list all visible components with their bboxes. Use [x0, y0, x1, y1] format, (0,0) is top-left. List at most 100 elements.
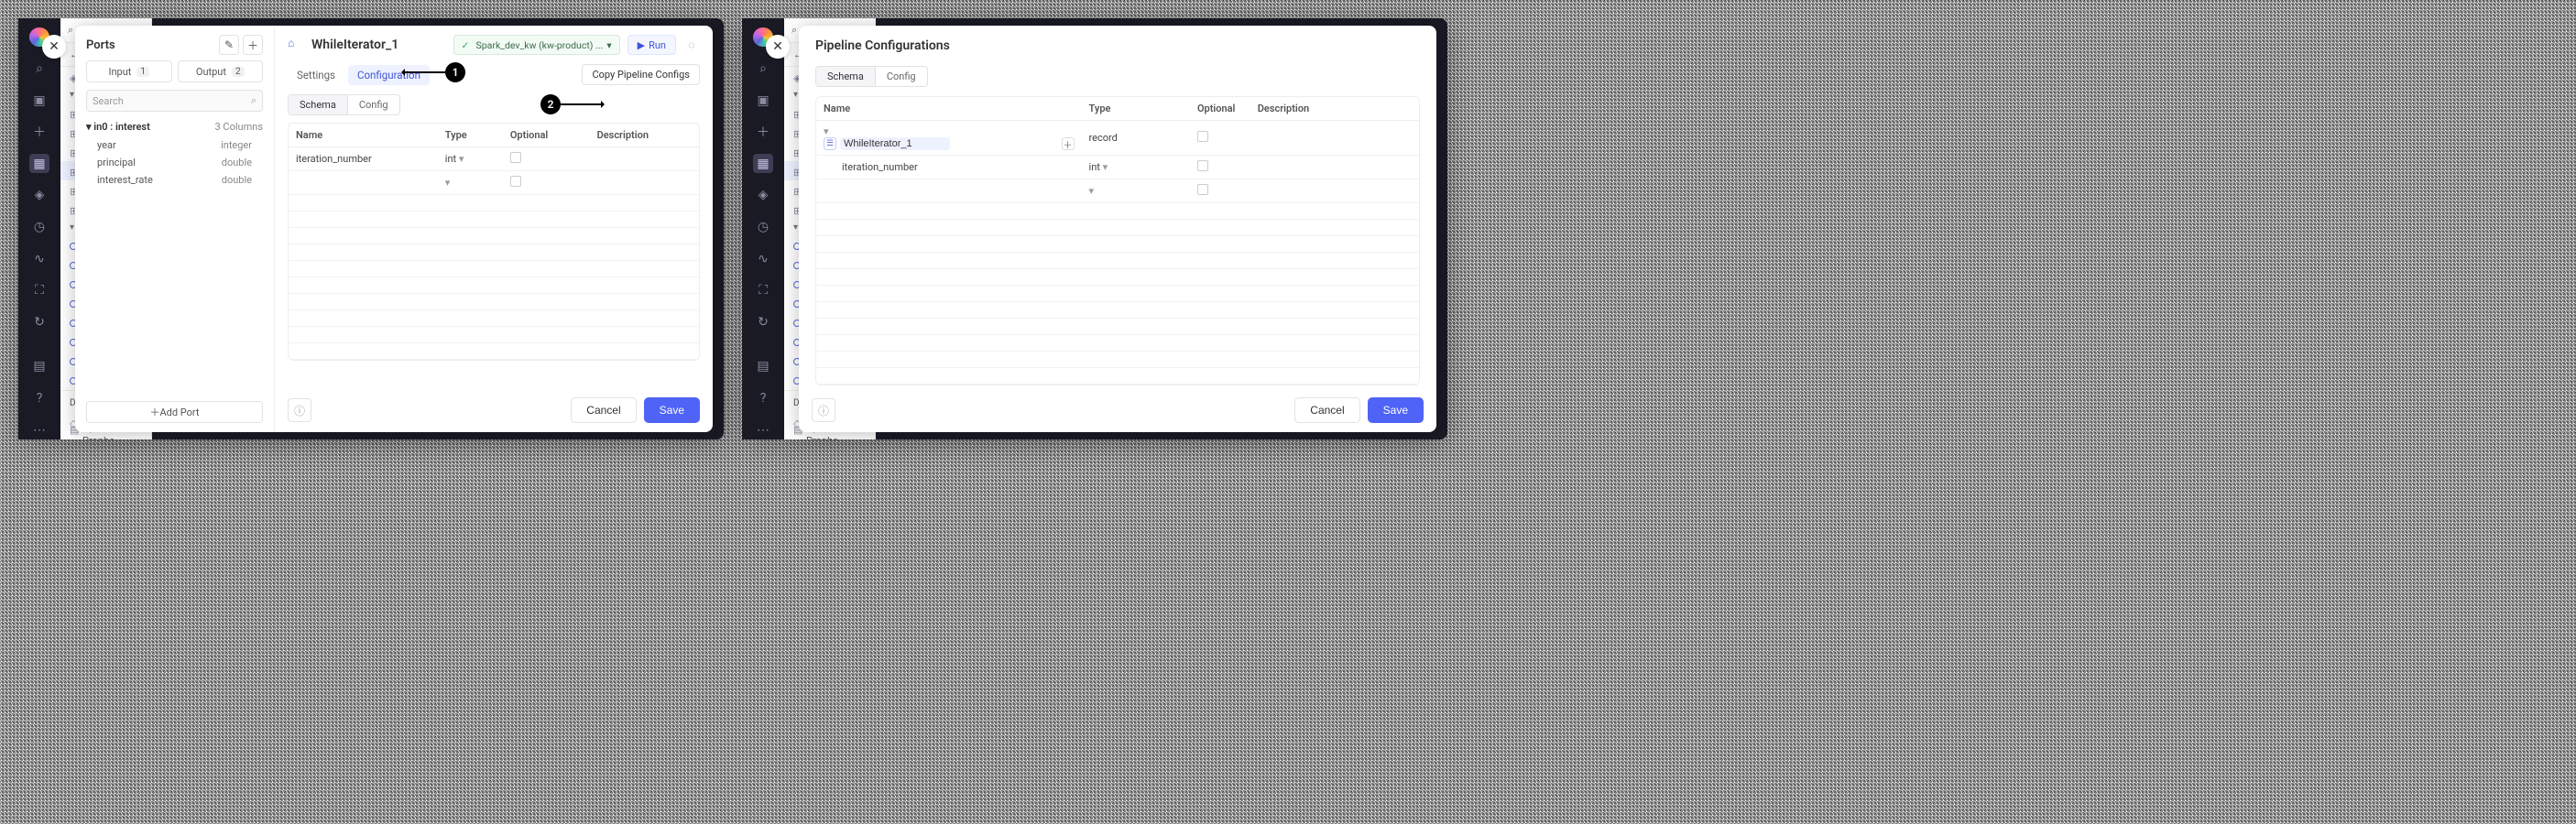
record-icon: ☰ — [824, 137, 836, 150]
col-type: Type — [1082, 97, 1190, 121]
config-modal: ✕ Ports ✎ ＋ Input1 Output2 Search ⌕ — [75, 26, 713, 432]
optional-checkbox[interactable] — [1197, 184, 1208, 195]
output-chip[interactable]: Output2 — [178, 60, 264, 82]
info-icon[interactable]: ◌ — [683, 37, 700, 53]
clock-icon[interactable]: ◷ — [753, 218, 773, 237]
subtab-schema[interactable]: Schema — [816, 67, 875, 86]
grid-icon[interactable]: ▦ — [29, 154, 49, 173]
modal-title: WhileIterator_1 — [311, 38, 398, 52]
more-icon[interactable]: ⋯ — [29, 420, 49, 439]
save-button[interactable]: Save — [644, 397, 700, 423]
cancel-button[interactable]: Cancel — [571, 397, 636, 423]
clock-icon[interactable]: ◷ — [29, 218, 49, 237]
tab-configuration[interactable]: Configuration — [348, 65, 430, 85]
table-row[interactable]: ▾ — [816, 179, 1419, 203]
search-icon[interactable]: ⌕ — [29, 60, 49, 79]
optional-checkbox[interactable] — [1197, 160, 1208, 171]
camera-icon[interactable]: ▣ — [29, 91, 49, 110]
history-icon[interactable]: ↻ — [29, 312, 49, 331]
save-button[interactable]: Save — [1368, 397, 1424, 423]
edit-button[interactable]: ✎ — [219, 35, 239, 55]
search-icon: ⌕ — [251, 94, 257, 107]
search-small-icon[interactable]: ⌕ — [791, 24, 797, 37]
more-icon[interactable]: ⋯ — [753, 420, 773, 439]
subtab-schema[interactable]: Schema — [289, 95, 347, 114]
expand-icon[interactable]: ⛶ — [753, 281, 773, 300]
cancel-button[interactable]: Cancel — [1294, 397, 1359, 423]
shield-icon[interactable]: ◈ — [753, 186, 773, 205]
record-name-input[interactable] — [840, 137, 950, 150]
ports-pane: Ports ✎ ＋ Input1 Output2 Search ⌕ ▾ i — [75, 26, 275, 432]
run-button[interactable]: ▶ Run — [628, 35, 676, 55]
port-column-row: yearinteger — [75, 136, 274, 154]
col-optional: Optional — [1190, 97, 1250, 121]
app-window-left: ⌕ ▣ ＋ ▦ ◈ ◷ ∿ ⛶ ↻ ▤ ? ⋯ ⌕ Proje ← Back t… — [18, 18, 724, 439]
modal-title: Pipeline Configurations — [815, 38, 1420, 53]
subtabs: Schema Config — [815, 66, 928, 87]
layout-icon[interactable]: ▤ — [29, 357, 49, 376]
home-icon[interactable]: ⌂ — [288, 37, 304, 53]
table-row[interactable]: ▾ — [289, 171, 699, 195]
col-name: Name — [816, 97, 1082, 121]
input-chip[interactable]: Input1 — [86, 60, 172, 82]
optional-checkbox[interactable] — [510, 152, 521, 163]
subtab-config[interactable]: Config — [875, 67, 927, 86]
grid-icon[interactable]: ▦ — [753, 154, 773, 173]
subtabs: Schema Config — [288, 94, 400, 115]
col-name: Name — [289, 124, 438, 147]
plus-icon[interactable]: ＋ — [753, 123, 773, 142]
col-description: Description — [590, 124, 699, 147]
add-field-icon[interactable]: ＋ — [1062, 137, 1075, 150]
pipeline-config-modal: ✕ Pipeline Configurations Schema Config … — [799, 26, 1436, 432]
search-input[interactable]: Search ⌕ — [86, 90, 263, 112]
help-icon[interactable]: ? — [753, 389, 773, 408]
port-column-row: principaldouble — [75, 154, 274, 171]
chevron-down-icon[interactable]: ▾ — [459, 153, 470, 165]
col-optional: Optional — [503, 124, 590, 147]
plus-icon[interactable]: ＋ — [29, 123, 49, 142]
tab-settings[interactable]: Settings — [288, 65, 344, 85]
schema-grid: Name Type Optional Description iteration… — [288, 123, 700, 361]
optional-checkbox[interactable] — [1197, 131, 1208, 142]
chevron-down-icon[interactable]: ▾ — [1103, 161, 1114, 173]
main-pane: ⌂ WhileIterator_1 ✓ Spark_dev_kw (kw-pro… — [275, 26, 713, 432]
table-row[interactable]: iteration_number int ▾ — [289, 147, 699, 171]
expand-icon[interactable]: ⛶ — [29, 281, 49, 300]
table-row[interactable]: iteration_number int ▾ — [816, 156, 1419, 179]
search-icon[interactable]: ⌕ — [753, 60, 773, 79]
chevron-down-icon[interactable]: ▾ — [824, 125, 835, 137]
camera-icon[interactable]: ▣ — [753, 91, 773, 110]
layout-icon[interactable]: ▤ — [753, 357, 773, 376]
icon-rail: ⌕ ▣ ＋ ▦ ◈ ◷ ∿ ⛶ ↻ ▤ ? ⋯ — [18, 18, 60, 439]
add-port-button[interactable]: ＋ Add Port — [86, 401, 263, 423]
search-small-icon[interactable]: ⌕ — [68, 24, 73, 37]
close-button[interactable]: ✕ — [42, 35, 66, 59]
port-list: ▾ in0 : interest 3 Columns yearinteger p… — [75, 117, 274, 396]
table-row[interactable]: ▾ ☰ ＋ record — [816, 121, 1419, 156]
pulse-icon[interactable]: ∿ — [753, 249, 773, 268]
pulse-icon[interactable]: ∿ — [29, 249, 49, 268]
copy-pipeline-configs-button[interactable]: Copy Pipeline Configs — [582, 64, 700, 85]
history-icon[interactable]: ↻ — [753, 312, 773, 331]
close-button[interactable]: ✕ — [766, 35, 790, 59]
check-icon: ✓ — [462, 39, 473, 50]
config-grid: Name Type Optional Description ▾ ☰ — [815, 96, 1420, 385]
play-icon: ▶ — [638, 39, 645, 51]
add-button[interactable]: ＋ — [243, 35, 263, 55]
app-window-right: ⌕ ▣ ＋ ▦ ◈ ◷ ∿ ⛶ ↻ ▤ ? ⋯ ⌕ Proje ← Back t… — [742, 18, 1447, 439]
icon-rail: ⌕ ▣ ＋ ▦ ◈ ◷ ∿ ⛶ ↻ ▤ ? ⋯ — [742, 18, 784, 439]
port-group-row[interactable]: ▾ in0 : interest 3 Columns — [75, 117, 274, 136]
chevron-down-icon[interactable]: ▾ — [1089, 185, 1100, 197]
fabric-selector[interactable]: ✓ Spark_dev_kw (kw-product) ... ▾ — [453, 35, 620, 55]
shield-icon[interactable]: ◈ — [29, 186, 49, 205]
chevron-down-icon: ▾ — [606, 39, 611, 51]
info-button[interactable]: ⓘ — [288, 398, 311, 422]
optional-checkbox[interactable] — [510, 176, 521, 187]
help-icon[interactable]: ? — [29, 389, 49, 408]
chevron-down-icon[interactable]: ▾ — [445, 177, 456, 189]
port-column-row: interest_ratedouble — [75, 171, 274, 189]
col-type: Type — [438, 124, 503, 147]
col-description: Description — [1250, 97, 1419, 121]
info-button[interactable]: ⓘ — [812, 398, 835, 422]
subtab-config[interactable]: Config — [347, 95, 399, 114]
